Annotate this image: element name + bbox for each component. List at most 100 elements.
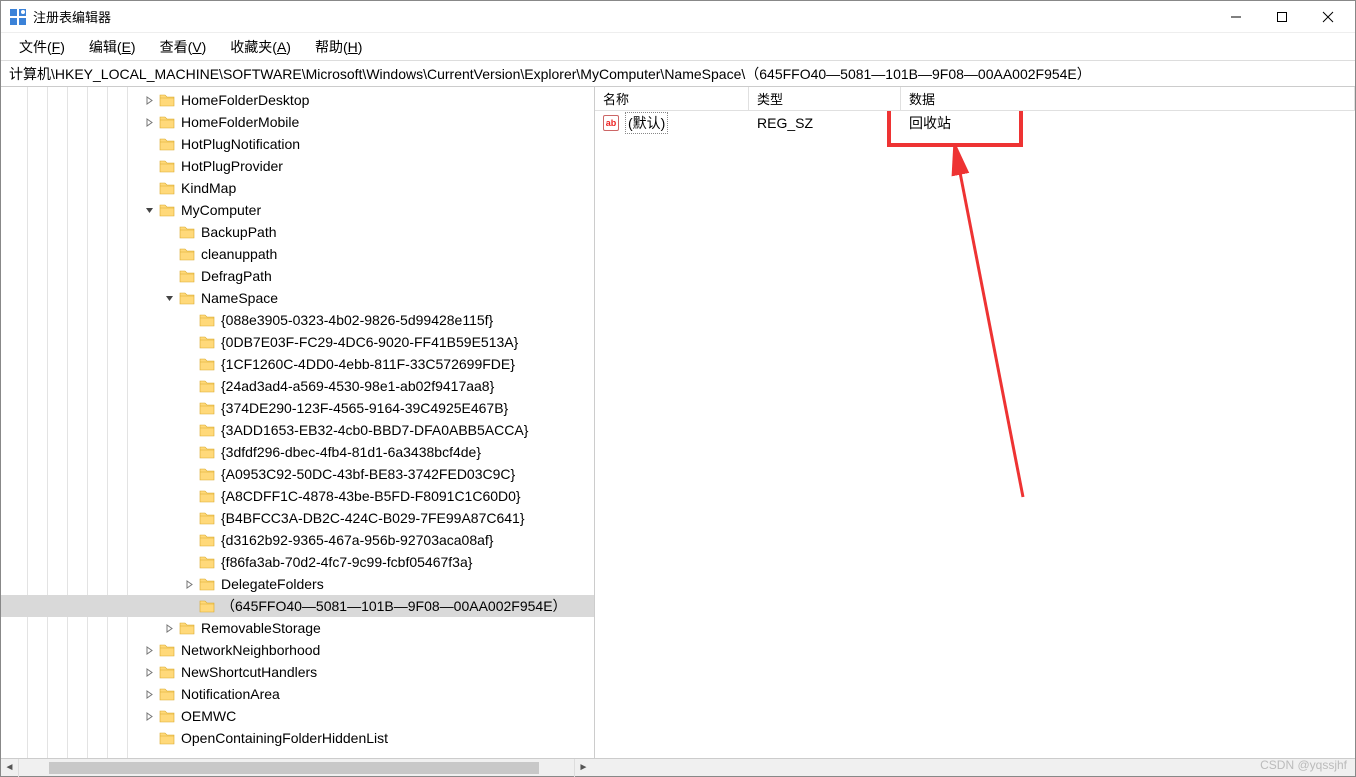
folder-icon [199, 313, 215, 327]
scroll-right-button[interactable]: ► [574, 759, 592, 777]
chevron-down-icon[interactable] [141, 202, 157, 218]
value-name: (默认) [625, 112, 668, 134]
tree-item[interactable]: NetworkNeighborhood [1, 639, 594, 661]
tree-item-label: DelegateFolders [221, 576, 324, 592]
folder-icon [199, 357, 215, 371]
value-row[interactable]: ab (默认) REG_SZ 回收站 [595, 111, 1355, 135]
tree-item-label: {0DB7E03F-FC29-4DC6-9020-FF41B59E513A} [221, 334, 518, 350]
window-controls [1213, 1, 1351, 33]
tree-item[interactable]: cleanuppath [1, 243, 594, 265]
tree-item[interactable]: HomeFolderMobile [1, 111, 594, 133]
tree-item-label: MyComputer [181, 202, 261, 218]
chevron-right-icon[interactable] [141, 708, 157, 724]
minimize-button[interactable] [1213, 1, 1259, 33]
tree-item-label: KindMap [181, 180, 236, 196]
tree-item[interactable]: （645FFO40—5081—101B—9F08—00AA002F954E） [1, 595, 594, 617]
folder-icon [199, 445, 215, 459]
tree-item[interactable]: {0DB7E03F-FC29-4DC6-9020-FF41B59E513A} [1, 331, 594, 353]
tree-pane: HomeFolderDesktop HomeFolderMobile HotPlug… [1, 87, 595, 758]
tree-item[interactable]: HotPlugProvider [1, 155, 594, 177]
tree-item[interactable]: {A8CDFF1C-4878-43be-B5FD-F8091C1C60D0} [1, 485, 594, 507]
tree-item[interactable]: {B4BFCC3A-DB2C-424C-B029-7FE99A87C641} [1, 507, 594, 529]
tree-item[interactable]: {374DE290-123F-4565-9164-39C4925E467B} [1, 397, 594, 419]
col-header-type[interactable]: 类型 [749, 87, 901, 110]
tree-item[interactable]: OpenContainingFolderHiddenList [1, 727, 594, 749]
tree-item[interactable]: {24ad3ad4-a569-4530-98e1-ab02f9417aa8} [1, 375, 594, 397]
menu-help[interactable]: 帮助(H) [305, 33, 372, 61]
folder-icon [159, 93, 175, 107]
menu-view[interactable]: 查看(V) [150, 33, 217, 61]
folder-icon [159, 115, 175, 129]
close-button[interactable] [1305, 1, 1351, 33]
tree-item-label: HomeFolderMobile [181, 114, 299, 130]
values-list[interactable]: ab (默认) REG_SZ 回收站 [595, 111, 1355, 758]
scroll-track-left[interactable] [19, 762, 574, 774]
tree-item[interactable]: HotPlugNotification [1, 133, 594, 155]
tree-item[interactable]: HomeFolderDesktop [1, 89, 594, 111]
folder-icon [199, 599, 215, 613]
tree-item[interactable]: {f86fa3ab-70d2-4fc7-9c99-fcbf05467f3a} [1, 551, 594, 573]
tree-item-label: {374DE290-123F-4565-9164-39C4925E467B} [221, 400, 508, 416]
tree-item-label: {088e3905-0323-4b02-9826-5d99428e115f} [221, 312, 493, 328]
folder-icon [159, 137, 175, 151]
folder-icon [159, 687, 175, 701]
path-bar[interactable]: 计算机\HKEY_LOCAL_MACHINE\SOFTWARE\Microsof… [1, 61, 1355, 87]
folder-icon [199, 555, 215, 569]
tree-item-label: {A0953C92-50DC-43bf-BE83-3742FED03C9C} [221, 466, 515, 482]
tree-item[interactable]: OEMWC [1, 705, 594, 727]
folder-icon [199, 335, 215, 349]
folder-icon [159, 159, 175, 173]
maximize-button[interactable] [1259, 1, 1305, 33]
folder-icon [179, 621, 195, 635]
tree-item[interactable]: BackupPath [1, 221, 594, 243]
tree-item-label: {24ad3ad4-a569-4530-98e1-ab02f9417aa8} [221, 378, 494, 394]
tree-item-label: {f86fa3ab-70d2-4fc7-9c99-fcbf05467f3a} [221, 554, 472, 570]
tree-item[interactable]: {d3162b92-9365-467a-956b-92703aca08af} [1, 529, 594, 551]
scroll-left-button[interactable]: ◄ [1, 759, 19, 777]
tree-item-label: NameSpace [201, 290, 278, 306]
chevron-right-icon[interactable] [161, 620, 177, 636]
folder-icon [159, 643, 175, 657]
folder-icon [159, 665, 175, 679]
folder-icon [199, 533, 215, 547]
window-title: 注册表编辑器 [33, 7, 111, 26]
annotation-arrow [935, 147, 1055, 507]
tree-item[interactable]: {A0953C92-50DC-43bf-BE83-3742FED03C9C} [1, 463, 594, 485]
tree-item[interactable]: {3ADD1653-EB32-4cb0-BBD7-DFA0ABB5ACCA} [1, 419, 594, 441]
chevron-right-icon[interactable] [141, 664, 157, 680]
tree-item[interactable]: NewShortcutHandlers [1, 661, 594, 683]
window: 注册表编辑器 文件(F) 编辑(E) 查看(V) 收藏夹(A) 帮助(H) 计算… [0, 0, 1356, 777]
tree-item[interactable]: DelegateFolders [1, 573, 594, 595]
tree-item[interactable]: NameSpace [1, 287, 594, 309]
tree-item-label: RemovableStorage [201, 620, 321, 636]
tree-item[interactable]: {3dfdf296-dbec-4fb4-81d1-6a3438bcf4de} [1, 441, 594, 463]
tree-item[interactable]: MyComputer [1, 199, 594, 221]
tree-item[interactable]: {088e3905-0323-4b02-9826-5d99428e115f} [1, 309, 594, 331]
col-header-name[interactable]: 名称 [595, 87, 749, 110]
chevron-right-icon[interactable] [141, 686, 157, 702]
tree-item-label: HomeFolderDesktop [181, 92, 309, 108]
tree-item-label: BackupPath [201, 224, 277, 240]
tree-item-label: cleanuppath [201, 246, 277, 262]
tree-item[interactable]: KindMap [1, 177, 594, 199]
registry-tree[interactable]: HomeFolderDesktop HomeFolderMobile HotPlug… [1, 87, 594, 758]
chevron-right-icon[interactable] [141, 92, 157, 108]
horizontal-scrollbar[interactable]: ◄ ► [1, 758, 1355, 776]
menu-edit[interactable]: 编辑(E) [79, 33, 146, 61]
chevron-right-icon[interactable] [141, 114, 157, 130]
chevron-right-icon[interactable] [181, 576, 197, 592]
tree-item-label: HotPlugProvider [181, 158, 283, 174]
tree-item[interactable]: RemovableStorage [1, 617, 594, 639]
tree-item[interactable]: NotificationArea [1, 683, 594, 705]
menu-favorites[interactable]: 收藏夹(A) [220, 33, 301, 61]
tree-item[interactable]: {1CF1260C-4DD0-4ebb-811F-33C572699FDE} [1, 353, 594, 375]
scroll-thumb[interactable] [49, 762, 539, 774]
chevron-right-icon[interactable] [141, 642, 157, 658]
menu-file[interactable]: 文件(F) [9, 33, 75, 61]
tree-item-label: NewShortcutHandlers [181, 664, 317, 680]
tree-item[interactable]: DefragPath [1, 265, 594, 287]
values-pane: 名称 类型 数据 ab (默认) REG_SZ 回收站 [595, 87, 1355, 758]
chevron-down-icon[interactable] [161, 290, 177, 306]
folder-icon [159, 709, 175, 723]
col-header-data[interactable]: 数据 [901, 87, 1355, 110]
